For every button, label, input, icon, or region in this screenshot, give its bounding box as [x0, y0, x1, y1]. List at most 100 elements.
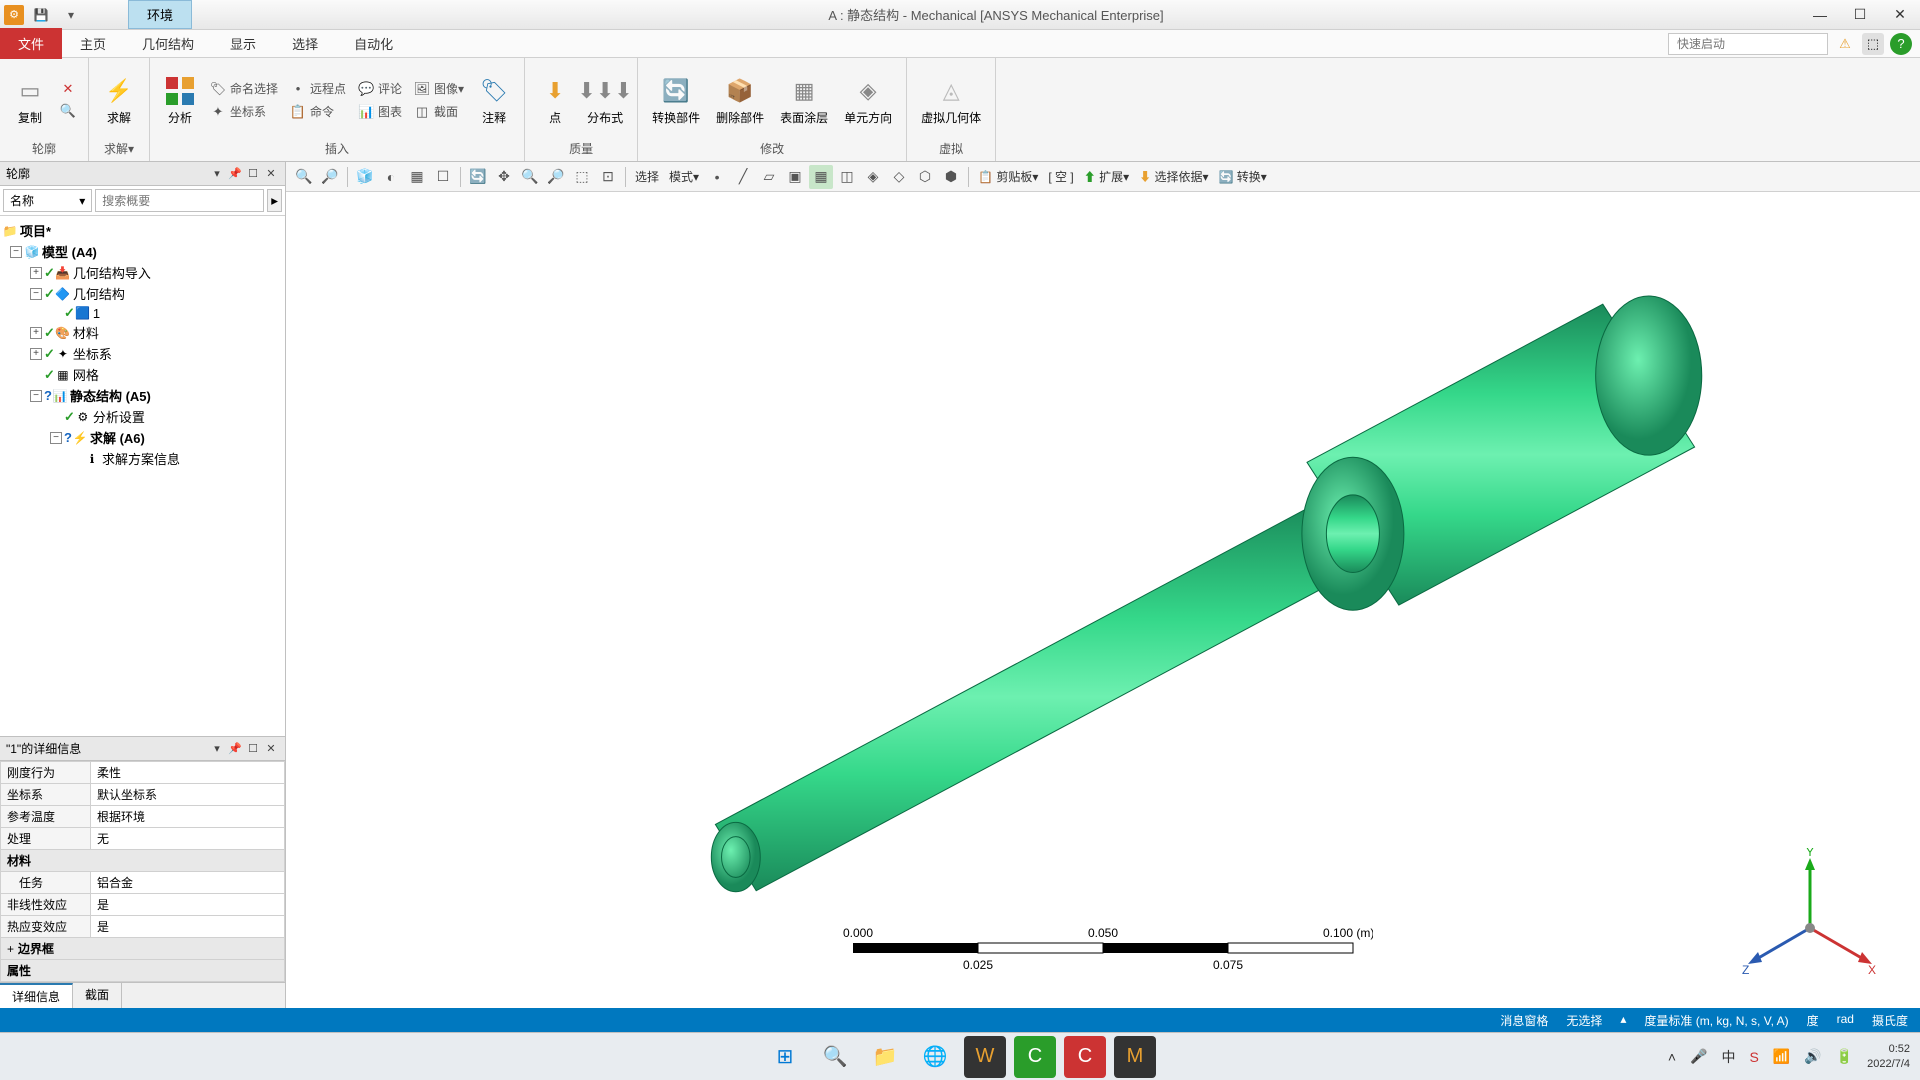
expander-icon[interactable]: − [30, 288, 42, 300]
tree-geom-import[interactable]: 几何结构导入 [73, 263, 151, 282]
tab-section[interactable]: 截面 [73, 983, 122, 1008]
shading-icon[interactable]: ◐ [379, 165, 403, 189]
context-tab-environment[interactable]: 环境 [128, 0, 192, 29]
tree-solution-info[interactable]: 求解方案信息 [102, 449, 180, 468]
chart-button[interactable]: 📊图表 [354, 101, 406, 122]
start-button[interactable]: ⊞ [764, 1036, 806, 1078]
sel-a-icon[interactable]: ◈ [861, 165, 885, 189]
tray-ime-icon[interactable]: 中 [1722, 1047, 1736, 1067]
filter-go-button[interactable]: ▸ [267, 189, 282, 212]
select-label[interactable]: 选择 [631, 168, 663, 185]
tree-static[interactable]: 静态结构 (A5) [70, 386, 151, 405]
maximize-button[interactable]: ☐ [1840, 1, 1880, 29]
filter-label[interactable]: 名称▾ [3, 189, 92, 212]
tab-details[interactable]: 详细信息 [0, 983, 73, 1008]
tab-geometry[interactable]: 几何结构 [124, 28, 212, 59]
duplicate-button[interactable]: ▭ 复制 [8, 73, 52, 128]
notifications-icon[interactable]: ⚠ [1834, 33, 1856, 55]
explorer-icon[interactable]: 📁 [864, 1036, 906, 1078]
coord-sys-button[interactable]: ✦坐标系 [206, 101, 282, 122]
prop-category[interactable]: 属性 [1, 960, 285, 982]
solve-button[interactable]: ⚡ 求解 [97, 73, 141, 128]
clipboard-dropdown[interactable]: 📋 剪贴板▾ [974, 168, 1042, 185]
zoom-in-icon[interactable]: 🔍 [518, 165, 542, 189]
point-mass-button[interactable]: ⬇ 点 [533, 73, 577, 128]
prop-row[interactable]: 坐标系默认坐标系 [1, 784, 285, 806]
select-by-dropdown[interactable]: ⬇ 选择依据▾ [1135, 168, 1212, 185]
zoom-icon[interactable]: 🔎 [318, 165, 342, 189]
sel-face-icon[interactable]: ▱ [757, 165, 781, 189]
comment-button[interactable]: 💬评论 [354, 78, 406, 99]
search-button[interactable]: 🔍 [814, 1036, 856, 1078]
fit-icon[interactable]: ⊡ [596, 165, 620, 189]
find-button[interactable]: 🔍 [56, 101, 80, 121]
qat-dropdown-icon[interactable]: ▾ [58, 4, 84, 26]
named-selection-button[interactable]: 🏷命名选择 [206, 78, 282, 99]
expander-icon[interactable]: − [10, 246, 22, 258]
app3-icon[interactable]: C [1064, 1036, 1106, 1078]
prop-category[interactable]: +边界框 [1, 938, 285, 960]
annotation-button[interactable]: 🏷 注释 [472, 73, 516, 128]
tab-home[interactable]: 主页 [62, 28, 124, 59]
prop-row[interactable]: 热应变效应是 [1, 916, 285, 938]
expander-icon[interactable]: − [50, 432, 62, 444]
close-button[interactable]: ✕ [1880, 1, 1920, 29]
zoom-box-icon[interactable]: ⬚ [570, 165, 594, 189]
quick-launch-input[interactable] [1668, 33, 1828, 55]
panel-pin-icon[interactable]: 📌 [227, 166, 243, 182]
status-caret-icon[interactable]: ▴ [1620, 1012, 1626, 1029]
sel-elem-icon[interactable]: ◫ [835, 165, 859, 189]
remote-point-button[interactable]: •远程点 [286, 78, 350, 99]
command-button[interactable]: 📋命令 [286, 101, 350, 122]
sel-c-icon[interactable]: ⬡ [913, 165, 937, 189]
app1-icon[interactable]: W [964, 1036, 1006, 1078]
prop-row[interactable]: 刚度行为柔性 [1, 762, 285, 784]
panel-close-icon[interactable]: ✕ [263, 741, 279, 757]
pan-icon[interactable]: ✥ [492, 165, 516, 189]
tray-mic-icon[interactable]: 🎤 [1690, 1048, 1707, 1065]
delete-part-button[interactable]: 📦删除部件 [710, 73, 770, 128]
prop-row[interactable]: 参考温度根据环境 [1, 806, 285, 828]
surface-coating-button[interactable]: ▦表面涂层 [774, 73, 834, 128]
sel-vertex-icon[interactable]: • [705, 165, 729, 189]
prop-row[interactable]: 处理无 [1, 828, 285, 850]
rotate-icon[interactable]: 🔄 [466, 165, 490, 189]
sel-body-icon[interactable]: ▣ [783, 165, 807, 189]
prop-row[interactable]: 任务铝合金 [1, 872, 285, 894]
elem-orient-button[interactable]: ◈单元方向 [838, 73, 898, 128]
tray-battery-icon[interactable]: 🔋 [1836, 1048, 1853, 1065]
tray-wifi-icon[interactable]: 📶 [1773, 1048, 1790, 1065]
wireframe-icon[interactable]: ▦ [405, 165, 429, 189]
tree-analysis-settings[interactable]: 分析设置 [93, 407, 145, 426]
sel-b-icon[interactable]: ◇ [887, 165, 911, 189]
delete-button[interactable]: ✕ [56, 79, 80, 99]
panel-close-icon[interactable]: ✕ [263, 166, 279, 182]
status-messages[interactable]: 消息窗格 [1500, 1012, 1548, 1029]
mechanical-icon[interactable]: M [1114, 1036, 1156, 1078]
tab-display[interactable]: 显示 [212, 28, 274, 59]
taskbar-clock[interactable]: 0:52 2022/7/4 [1867, 1042, 1910, 1071]
tray-chevron-icon[interactable]: ˄ [1668, 1049, 1676, 1065]
project-tree[interactable]: 📁项目* −🧊模型 (A4) +✓📥几何结构导入 −✓🔷几何结构 ✓🟦1 +✓🎨… [0, 216, 285, 736]
tray-volume-icon[interactable]: 🔊 [1804, 1048, 1821, 1065]
minimize-button[interactable]: — [1800, 1, 1840, 29]
panel-dropdown-icon[interactable]: ▾ [209, 741, 225, 757]
app2-icon[interactable]: C [1014, 1036, 1056, 1078]
virtual-body-button[interactable]: ◬虚拟几何体 [915, 73, 987, 128]
3d-viewport[interactable]: 0.000 0.050 0.100 (m) 0.025 0.075 Y [286, 192, 1920, 1008]
convert-dropdown[interactable]: 🔄 转换▾ [1215, 168, 1271, 185]
box-icon[interactable]: ☐ [431, 165, 455, 189]
tree-coord-sys[interactable]: 坐标系 [73, 344, 112, 363]
image-button[interactable]: 🖼图像▾ [410, 78, 468, 99]
edge-icon[interactable]: 🌐 [914, 1036, 956, 1078]
section-button[interactable]: ◫截面 [410, 101, 468, 122]
panel-dropdown-icon[interactable]: ▾ [209, 166, 225, 182]
sel-d-icon[interactable]: ⬢ [939, 165, 963, 189]
tab-selection[interactable]: 选择 [274, 28, 336, 59]
tree-mesh[interactable]: 网格 [73, 365, 99, 384]
tab-automation[interactable]: 自动化 [336, 28, 411, 59]
sel-node-icon[interactable]: ▦ [809, 165, 833, 189]
help-icon[interactable]: ? [1890, 33, 1912, 55]
filter-input[interactable] [95, 189, 264, 212]
status-units[interactable]: 度量标准 (m, kg, N, s, V, A) [1644, 1012, 1788, 1029]
